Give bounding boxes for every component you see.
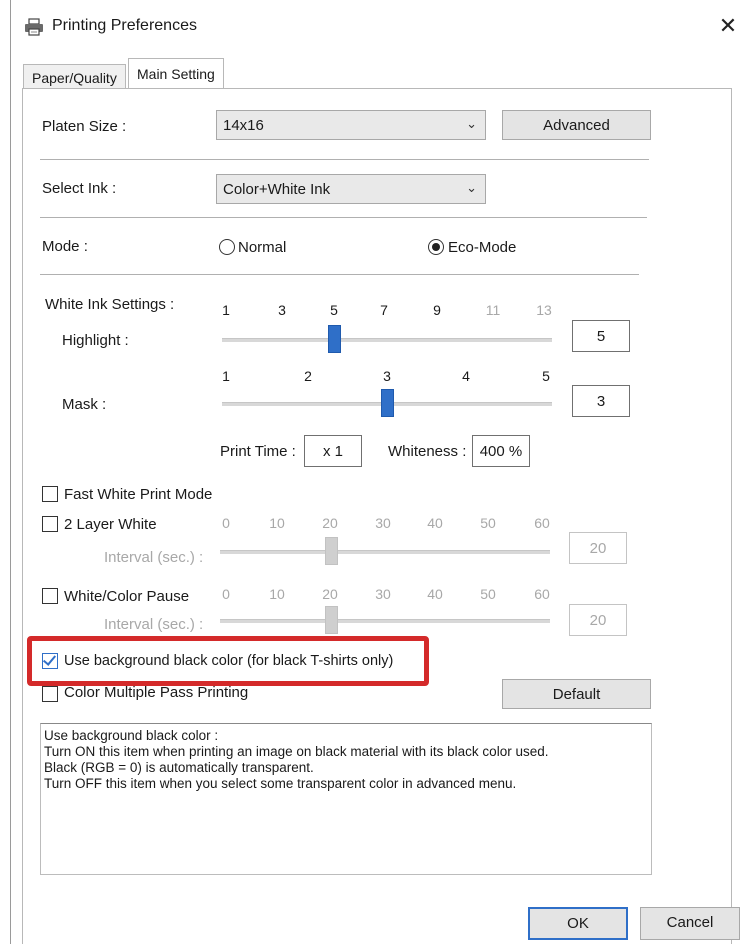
pause-value-box: 20 [569,604,627,636]
pause-tick: 20 [322,586,338,602]
highlight-label: Highlight : [62,332,129,349]
checkmark-icon [42,652,57,666]
mask-tick: 5 [542,368,550,384]
mask-tick: 3 [383,368,391,384]
two-layer-tick: 40 [427,515,443,531]
description-line: Turn OFF this item when you select some … [44,776,517,791]
bg-black-checkbox[interactable] [42,652,58,669]
select-ink-dropdown[interactable]: Color+White Ink ⌄ [216,174,486,204]
pause-tick: 60 [534,586,550,602]
print-time-label: Print Time : [220,443,296,460]
tab-paper-quality[interactable]: Paper/Quality [23,64,126,88]
whiteness-value-box: 400 % [472,435,530,467]
two-layer-tick: 50 [480,515,496,531]
mode-label: Mode : [42,238,88,255]
mode-normal-radio[interactable] [219,239,235,255]
mode-eco-label: Eco-Mode [448,239,517,256]
mask-label: Mask : [62,396,107,413]
white-color-pause-label: White/Color Pause [64,588,190,605]
two-layer-white-label: 2 Layer White [64,516,157,533]
highlight-value-box: 5 [572,320,630,352]
pause-slider-thumb[interactable] [325,606,338,634]
highlight-tick: 1 [222,302,230,318]
tab-main-setting[interactable]: Main Setting [128,58,224,89]
fast-white-label: Fast White Print Mode [64,486,213,503]
chevron-down-icon: ⌄ [466,180,477,195]
description-line: Black (RGB = 0) is automatically transpa… [44,760,314,775]
multi-pass-checkbox[interactable] [42,686,58,702]
mask-slider-thumb[interactable] [381,389,394,417]
two-layer-tick: 0 [222,515,230,531]
pause-tick: 0 [222,586,230,602]
separator [40,217,647,218]
highlight-slider-track[interactable] [222,338,552,342]
mask-tick: 2 [304,368,312,384]
pause-tick: 10 [269,586,285,602]
select-ink-label: Select Ink : [42,180,117,197]
description-box: Use background black color : Turn ON thi… [40,723,652,875]
pause-slider-track[interactable] [220,619,550,623]
multi-pass-label: Color Multiple Pass Printing [64,684,249,701]
highlight-slider-thumb[interactable] [328,325,341,353]
highlight-tick: 5 [330,302,338,318]
two-layer-tick: 20 [322,515,338,531]
print-time-value-box: x 1 [304,435,362,467]
whiteness-label: Whiteness : [388,443,467,460]
separator [40,159,649,160]
advanced-button[interactable]: Advanced [502,110,651,140]
radio-selected-dot [432,243,440,251]
white-color-pause-checkbox[interactable] [42,588,58,604]
highlight-tick: 9 [433,302,441,318]
platen-size-label: Platen Size : [42,118,127,135]
highlight-tick: 3 [278,302,286,318]
white-ink-settings-label: White Ink Settings : [45,296,175,313]
highlight-tick: 7 [380,302,388,318]
default-button[interactable]: Default [502,679,651,709]
platen-size-value: 14x16 [223,117,264,134]
two-layer-tick: 10 [269,515,285,531]
description-line: Turn ON this item when printing an image… [44,744,549,759]
two-layer-slider-track[interactable] [220,550,550,554]
fast-white-checkbox[interactable] [42,486,58,502]
pause-tick: 30 [375,586,391,602]
ok-button[interactable]: OK [528,907,628,940]
two-layer-value-box: 20 [569,532,627,564]
printer-icon [24,18,44,36]
close-button[interactable]: ✕ [716,12,740,40]
window-title: Printing Preferences [52,17,197,34]
mask-tick: 1 [222,368,230,384]
mask-value-box: 3 [572,385,630,417]
chevron-down-icon: ⌄ [466,116,477,131]
two-layer-slider-thumb[interactable] [325,537,338,565]
cancel-button[interactable]: Cancel [640,907,740,940]
mask-tick: 4 [462,368,470,384]
separator [40,274,639,275]
highlight-tick: 11 [485,302,501,318]
pause-interval-label: Interval (sec.) : [104,616,204,633]
mode-normal-label: Normal [238,239,287,256]
two-layer-tick: 30 [375,515,391,531]
mode-eco-radio[interactable] [428,239,444,255]
description-line: Use background black color : [44,728,219,743]
pause-tick: 40 [427,586,443,602]
pause-tick: 50 [480,586,496,602]
select-ink-value: Color+White Ink [223,181,331,198]
platen-size-dropdown[interactable]: 14x16 ⌄ [216,110,486,140]
highlight-tick: 13 [536,302,552,318]
two-layer-white-checkbox[interactable] [42,516,58,532]
bg-black-label: Use background black color (for black T-… [64,653,394,669]
two-layer-interval-label: Interval (sec.) : [104,549,204,566]
two-layer-tick: 60 [534,515,550,531]
